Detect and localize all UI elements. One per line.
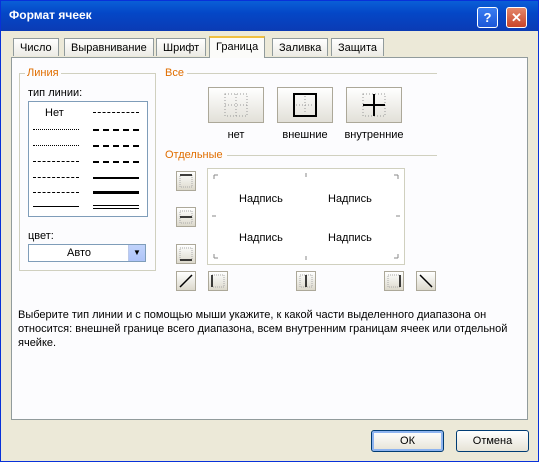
preset-outline-label: внешние (282, 129, 328, 141)
preset-outline-button[interactable] (277, 87, 333, 123)
preview-text: Надпись (328, 193, 372, 205)
line-style-dotted[interactable] (33, 145, 79, 146)
line-style-double[interactable] (93, 205, 139, 209)
border-inside-vertical-icon (299, 274, 313, 288)
ok-button[interactable]: ОК (371, 430, 444, 452)
format-cells-dialog: Формат ячеек ? ✕ Число Выравнивание Шриф… (0, 0, 539, 462)
line-style-dashed[interactable] (33, 192, 79, 193)
window-title: Формат ячеек (9, 8, 92, 22)
presets-group-line (187, 73, 437, 74)
tab-fill[interactable]: Заливка (272, 38, 329, 56)
title-bar: Формат ячеек ? ✕ (1, 1, 538, 31)
border-inside-horizontal-icon (179, 210, 193, 224)
line-style-label: тип линии: (28, 87, 83, 99)
line-group-title: Линия (25, 67, 61, 79)
border-top-button[interactable] (176, 171, 196, 191)
cancel-button[interactable]: Отмена (456, 430, 529, 452)
preview-corner-marks (212, 173, 400, 260)
chevron-down-icon[interactable]: ▼ (128, 245, 145, 261)
border-right-icon (387, 274, 401, 288)
presets-group-title: Все (165, 67, 184, 79)
border-left-button[interactable] (208, 271, 228, 291)
line-style-thin[interactable] (33, 206, 79, 207)
help-button[interactable]: ? (477, 7, 498, 28)
preview-text: Надпись (239, 193, 283, 205)
tab-protection[interactable]: Защита (331, 38, 384, 56)
color-dropdown[interactable]: Авто ▼ (28, 244, 146, 262)
tab-font[interactable]: Шрифт (156, 38, 207, 56)
preview-text: Надпись (328, 232, 372, 244)
border-inside-vertical-button[interactable] (296, 271, 316, 291)
close-button[interactable]: ✕ (506, 7, 527, 28)
description-text: Выберите тип линии и с помощью мыши укаж… (18, 309, 508, 349)
border-inside-horizontal-button[interactable] (176, 207, 196, 227)
diagonal-up-icon (179, 274, 193, 288)
preset-none-button[interactable] (208, 87, 264, 123)
color-label: цвет: (28, 230, 54, 242)
line-style-list[interactable]: Нет (28, 101, 148, 217)
preset-none-label: нет (227, 129, 245, 141)
border-outline-icon (293, 93, 317, 117)
border-diagonal-up-button[interactable] (176, 271, 196, 291)
border-preview[interactable]: Надпись Надпись Надпись Надпись (207, 168, 405, 265)
line-style-none[interactable]: Нет (45, 107, 64, 119)
border-bottom-icon (179, 247, 193, 261)
line-style-thick[interactable] (93, 191, 139, 194)
tab-alignment[interactable]: Выравнивание (64, 38, 154, 56)
preview-text: Надпись (239, 232, 283, 244)
border-none-icon (224, 93, 248, 117)
line-style-medium[interactable] (93, 177, 139, 179)
tab-number[interactable]: Число (13, 38, 59, 56)
color-value: Авто (67, 247, 91, 259)
border-group-line (227, 155, 437, 156)
border-top-icon (179, 174, 193, 188)
diagonal-down-icon (419, 274, 433, 288)
line-style-dashdotdot-medium[interactable] (93, 112, 139, 113)
line-style-hair[interactable] (33, 129, 79, 130)
tab-border[interactable]: Граница (209, 36, 266, 58)
preset-inside-label: внутренние (344, 129, 404, 141)
line-style-slant-dashdot[interactable] (93, 129, 139, 131)
preset-inside-button[interactable] (346, 87, 402, 123)
border-right-button[interactable] (384, 271, 404, 291)
border-left-icon (211, 274, 225, 288)
border-group-title: Отдельные (165, 149, 223, 161)
line-style-dashdotdot[interactable] (33, 161, 79, 162)
line-style-dashdot-medium[interactable] (93, 145, 139, 147)
border-bottom-button[interactable] (176, 244, 196, 264)
line-style-dashed-medium[interactable] (93, 161, 139, 163)
border-diagonal-down-button[interactable] (416, 271, 436, 291)
line-style-dashdot[interactable] (33, 177, 79, 178)
border-inside-icon (362, 93, 386, 117)
